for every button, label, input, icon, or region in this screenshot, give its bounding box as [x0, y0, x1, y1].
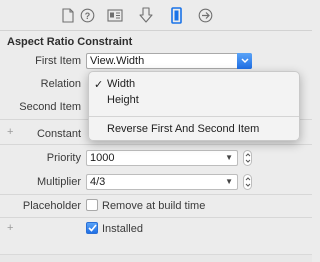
constant-label: Constant	[36, 128, 81, 140]
attributes-icon	[139, 7, 153, 23]
caret-down-icon: ▼	[225, 153, 233, 162]
divider	[0, 144, 312, 145]
panel-bottom-edge	[0, 254, 312, 262]
placeholder-option-label: Remove at build time	[102, 200, 206, 212]
priority-label: Priority	[46, 152, 81, 164]
stepper-arrows-icon	[245, 153, 250, 163]
menu-item-width[interactable]: ✓ Width	[89, 77, 299, 93]
relation-label: Relation	[40, 78, 81, 90]
chevron-down-icon[interactable]	[237, 53, 252, 69]
priority-field[interactable]: 1000 ▼	[86, 150, 238, 166]
size-inspector-panel: ? Aspect Ratio Constraint First Item Vie…	[0, 0, 312, 262]
placeholder-label: Placeholder	[22, 200, 81, 212]
installed-label: Installed	[102, 223, 143, 235]
multiplier-value: 4/3	[90, 176, 106, 188]
file-inspector-tab[interactable]	[59, 6, 77, 24]
first-item-label: First Item	[35, 55, 81, 67]
attributes-inspector-tab[interactable]	[137, 6, 155, 24]
size-icon	[170, 6, 182, 24]
file-icon	[62, 7, 74, 23]
divider	[0, 217, 312, 218]
first-item-combobox[interactable]: View.Width	[86, 53, 252, 69]
priority-value: 1000	[90, 152, 115, 164]
add-variation-icon[interactable]: +	[7, 126, 13, 138]
multiplier-label: Multiplier	[36, 176, 81, 188]
menu-item-height[interactable]: Height	[89, 93, 299, 109]
connections-icon	[198, 8, 212, 22]
stepper-arrows-icon	[245, 177, 250, 187]
multiplier-stepper[interactable]	[243, 174, 252, 190]
tab-bar-divider	[0, 30, 312, 31]
second-item-label: Second Item	[19, 101, 81, 113]
checkmark-icon	[87, 224, 97, 232]
placeholder-checkbox[interactable]	[86, 199, 98, 211]
menu-separator	[89, 116, 299, 117]
section-title: Aspect Ratio Constraint	[7, 36, 133, 48]
svg-text:?: ?	[84, 11, 90, 21]
identity-icon	[107, 8, 123, 22]
first-item-value: View.Width	[90, 55, 145, 67]
caret-down-icon: ▼	[225, 177, 233, 186]
multiplier-field[interactable]: 4/3 ▼	[86, 174, 238, 190]
relation-dropdown-menu: ✓ Width Height Reverse First And Second …	[88, 71, 300, 141]
divider	[0, 194, 312, 195]
connections-inspector-tab[interactable]	[196, 6, 214, 24]
menu-item-reverse[interactable]: Reverse First And Second Item	[89, 122, 299, 138]
checkmark-icon: ✓	[94, 79, 104, 91]
quick-help-tab[interactable]: ?	[78, 6, 96, 24]
add-installed-variation-icon[interactable]: +	[7, 222, 13, 234]
inspector-tab-bar: ?	[0, 0, 312, 30]
identity-inspector-tab[interactable]	[106, 6, 124, 24]
size-inspector-tab[interactable]	[167, 6, 185, 24]
help-icon: ?	[80, 8, 94, 22]
installed-checkbox[interactable]	[86, 222, 98, 234]
priority-stepper[interactable]	[243, 150, 252, 166]
